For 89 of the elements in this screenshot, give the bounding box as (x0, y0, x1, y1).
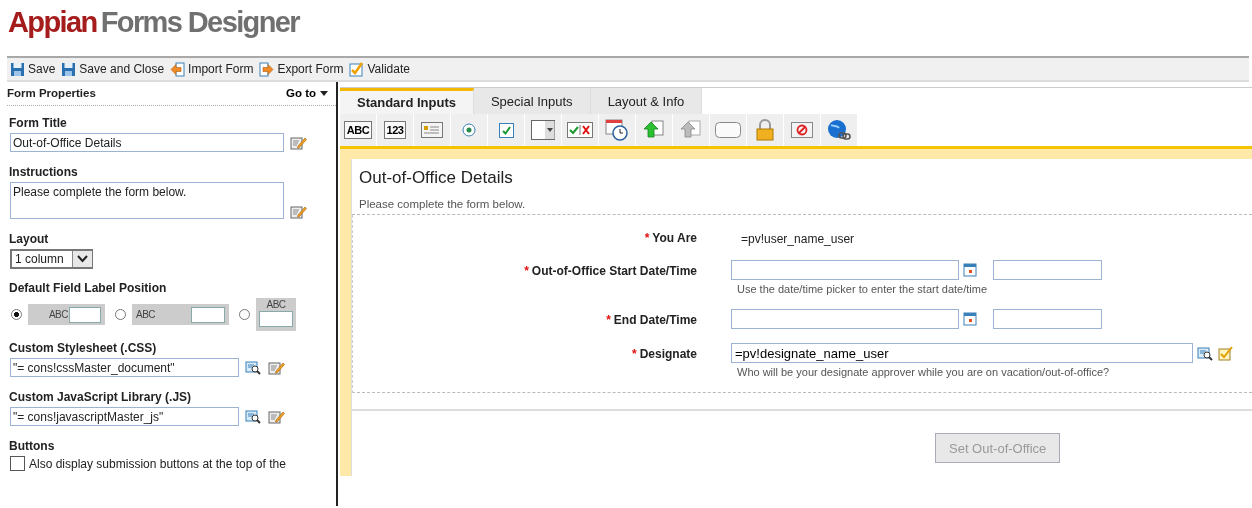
required-marker: * (631, 347, 637, 361)
search-icon[interactable] (245, 409, 262, 424)
label-position-preview: ABC (256, 298, 296, 331)
dropdown-icon (531, 120, 555, 140)
upload-arrow-icon (643, 120, 665, 140)
field-label: Designate (639, 347, 697, 361)
goto-menu[interactable]: Go to (285, 87, 328, 99)
field-label: You Are (652, 231, 697, 245)
palette-button[interactable] (525, 114, 561, 146)
palette-button[interactable]: ABC (340, 114, 376, 146)
palette-button[interactable] (488, 114, 524, 146)
globe-link-icon (827, 119, 851, 141)
checkbox[interactable] (10, 456, 25, 471)
required-marker: * (644, 231, 650, 245)
field-label: Layout (9, 232, 50, 246)
paragraph-icon (421, 122, 443, 138)
tab[interactable]: Special Inputs (473, 88, 591, 114)
upload-arrow-icon (680, 120, 702, 140)
instructions-field[interactable]: Please complete the form below. (10, 182, 284, 219)
product-name: Forms Designer (100, 6, 300, 38)
palette-button[interactable] (784, 114, 820, 146)
radio-button[interactable] (115, 309, 126, 320)
label-position-preview: ABC (132, 304, 229, 325)
palette-button[interactable]: 123 (377, 114, 413, 146)
calendar-icon[interactable] (963, 312, 977, 326)
date-field[interactable] (731, 309, 959, 329)
edit-icon[interactable] (268, 409, 285, 424)
field-label: Default Field Label Position (9, 281, 168, 295)
palette-button[interactable] (821, 114, 857, 146)
field-label: Instructions (9, 165, 79, 179)
help-text: Who will be your designate approver while you are on vacation/out-of-office? (737, 366, 1111, 378)
check-cross-icon (567, 122, 593, 138)
radio-button[interactable] (239, 309, 250, 320)
field-value: =pv!user_name_user (741, 231, 855, 246)
radio-button[interactable] (11, 309, 22, 320)
palette-button[interactable] (636, 114, 672, 146)
layout-dropdown[interactable]: 1 column (10, 249, 93, 269)
cancel-icon (791, 122, 813, 138)
toolbar-button[interactable]: Save and Close (61, 61, 165, 77)
calendar-clock-icon (605, 119, 629, 141)
checkbox-icon (349, 61, 365, 77)
calendar-icon[interactable] (963, 263, 977, 277)
label-position-preview: ABC (28, 304, 105, 325)
toolbar-button[interactable]: Export Form (259, 61, 344, 77)
javascript-field[interactable]: "= cons!javascriptMaster_js" (10, 407, 239, 426)
radio-icon (462, 123, 476, 137)
edit-icon[interactable] (290, 135, 307, 150)
help-text: Use the date/time picker to enter the start date/time (737, 283, 989, 295)
brand-name: Appian (8, 6, 97, 38)
toolbar-button[interactable]: Save (10, 61, 56, 77)
field-label: Out-of-Office Start Date/Time (531, 264, 697, 278)
edit-icon[interactable] (290, 204, 307, 219)
search-icon[interactable] (1197, 345, 1214, 361)
tab[interactable]: Layout & Info (590, 88, 703, 114)
caret-icon (320, 90, 328, 96)
required-marker: * (524, 264, 529, 278)
tab[interactable]: Standard Inputs (340, 88, 474, 114)
edit-icon[interactable] (268, 360, 285, 375)
arrow-right-icon (259, 61, 275, 77)
toolbar-button[interactable]: Validate (349, 61, 410, 77)
form-instructions: Please complete the form below. (352, 188, 1252, 215)
stylesheet-field[interactable]: "= cons!cssMaster_document" (10, 358, 239, 377)
checkbox-label: Also display submission buttons at the top of the (29, 456, 286, 471)
edit-check-icon[interactable] (1218, 345, 1234, 361)
designate-field[interactable]: =pv!designate_name_user (731, 343, 1193, 363)
lock-icon (755, 119, 775, 141)
form-title-field[interactable]: Out-of-Office Details (10, 133, 284, 152)
checkbox-icon (498, 122, 514, 138)
time-field[interactable] (993, 260, 1102, 280)
required-marker: * (606, 313, 611, 327)
palette-button[interactable] (599, 114, 635, 146)
time-field[interactable] (993, 309, 1102, 329)
palette-button[interactable] (451, 114, 487, 146)
panel-title: Form Properties (7, 87, 96, 99)
field-label: End Date/Time (613, 313, 697, 327)
field-label: Form Title (9, 116, 68, 130)
field-label: Custom Stylesheet (.CSS) (9, 341, 158, 355)
palette-button[interactable] (562, 114, 598, 146)
button-shape-icon (715, 122, 741, 138)
palette-button[interactable] (710, 114, 746, 146)
form-title: Out-of-Office Details (358, 167, 514, 188)
field-label: Buttons (9, 439, 56, 453)
search-icon[interactable] (245, 360, 262, 375)
chevron-down-icon (71, 251, 92, 267)
toolbar-button[interactable]: Import Form (170, 61, 254, 77)
date-field[interactable] (731, 260, 959, 280)
field-label: Custom JavaScript Library (.JS) (9, 390, 193, 404)
arrow-left-icon (170, 61, 186, 77)
palette-button[interactable] (414, 114, 450, 146)
